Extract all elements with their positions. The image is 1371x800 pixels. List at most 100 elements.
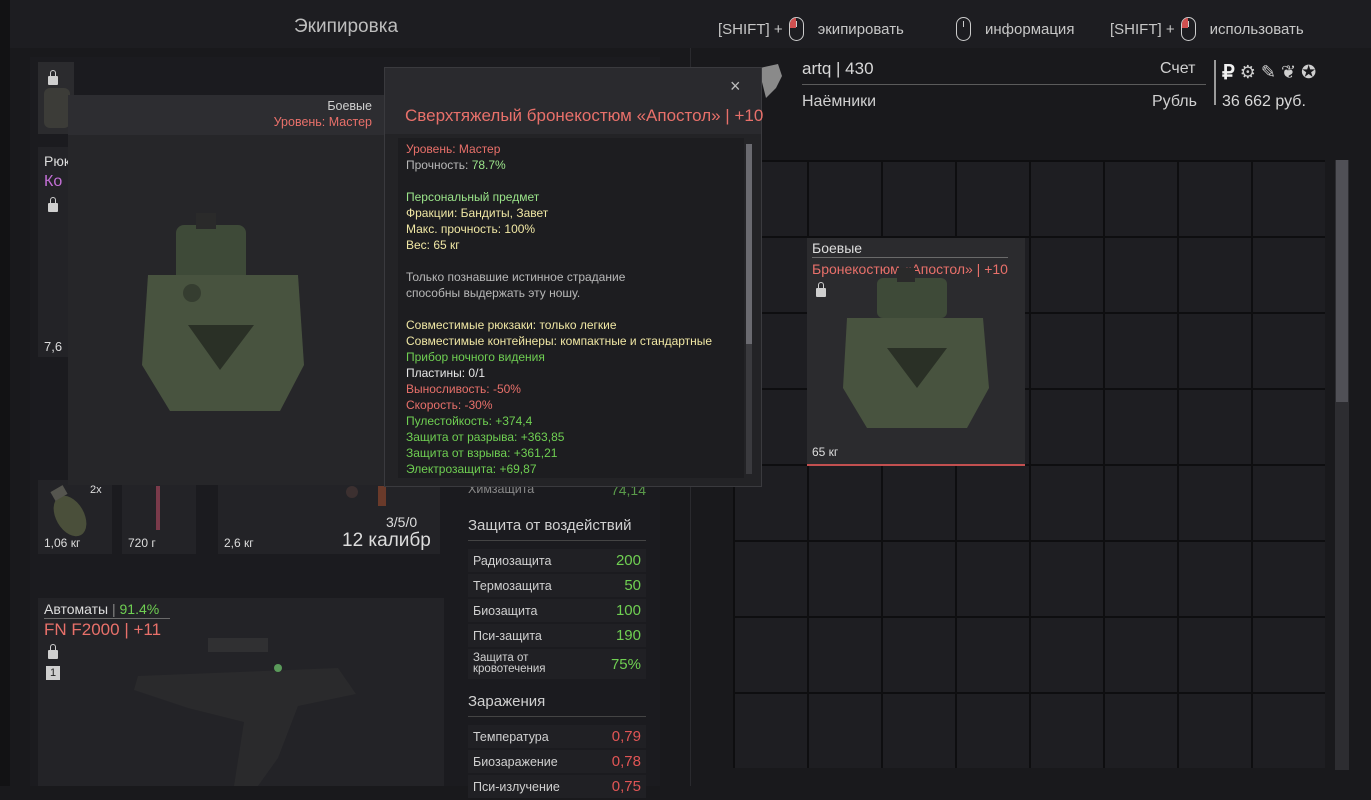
tooltip-panel: × Сверхтяжелый бронекостюм «Апостол» | +… — [384, 67, 764, 487]
stat-value: 200 — [615, 552, 641, 569]
armor-image — [843, 268, 989, 428]
helmet-image — [44, 88, 70, 128]
tip-night-vision: Прибор ночного видения — [406, 350, 545, 364]
tip-plates: Пластины: 0/1 — [406, 366, 486, 380]
tip-desc-1: Только познавшие истинное страдание — [406, 270, 626, 284]
tip-desc-2: способны выдержать эту ношу. — [406, 286, 581, 300]
tip-durability: Прочность: 78.7% — [406, 158, 506, 172]
section-title: Заражения — [468, 693, 646, 717]
consumable-slot[interactable]: 720 г — [122, 480, 196, 554]
stat-label: Биозаражение — [473, 754, 558, 769]
tip-compat-containers: Совместимые контейнеры: компактные и ста… — [406, 334, 713, 348]
player-faction: Наёмники — [802, 93, 877, 110]
stat-value: 0,79 — [611, 728, 641, 745]
hint-label: информация — [985, 20, 1075, 38]
stat-label: Радиозащита — [473, 553, 552, 568]
stat-value: 100 — [615, 602, 641, 619]
stat-value: 0,78 — [611, 753, 641, 770]
tip-tear: Защита от разрыва: +363,85 — [406, 430, 565, 444]
item-weight: 2,6 кг — [224, 536, 254, 550]
scrollbar-thumb[interactable] — [746, 144, 752, 344]
backpack-slot[interactable]: Рюк Ко 7,6 — [38, 147, 72, 357]
hint-use: [SHIFT] + использовать — [1110, 17, 1304, 41]
coin-currency-icon[interactable]: ✪ — [1301, 62, 1316, 83]
hint-prefix: [SHIFT] + — [718, 20, 783, 38]
hint-info: информация — [956, 17, 1074, 41]
left-frame — [0, 0, 10, 786]
tooltip-preview: Боевые Уровень: Мастер — [68, 95, 384, 485]
page-title: Экипировка — [294, 16, 399, 37]
stat-label: Биозащита — [473, 603, 538, 618]
inventory-scrollbar[interactable] — [1335, 160, 1349, 770]
inventory-item-armor[interactable]: Боевые Бронекостюм «Апостол» | +10 65 кг — [807, 238, 1025, 466]
stat-label: Температура — [473, 729, 549, 744]
player-name-row: artq | 430 — [802, 59, 874, 78]
stat-row: Биозащита 100 — [468, 599, 646, 622]
stat-row: Пси-излучение 0,75 — [468, 775, 646, 798]
tip-personal: Персональный предмет — [406, 190, 540, 204]
tooltip-title: Сверхтяжелый бронекостюм «Апостол» | +10 — [405, 106, 764, 125]
mouse-left-icon — [1180, 17, 1196, 41]
mouse-icon — [956, 17, 971, 41]
ammo-caliber: 12 калибр — [342, 530, 431, 551]
account-label: Счет — [1160, 60, 1196, 77]
hint-label: экипировать — [817, 20, 904, 38]
stat-label: Защита от кровотечения — [473, 652, 546, 675]
stat-row: Термозащита 50 — [468, 574, 646, 597]
hint-prefix: [SHIFT] + — [1110, 20, 1175, 38]
stat-value: 50 — [624, 577, 641, 594]
tip-factions: Фракции: Бандиты, Завет — [406, 206, 549, 220]
tip-stamina: Выносливость: -50% — [406, 382, 521, 396]
scrollbar-thumb[interactable] — [1336, 160, 1348, 402]
stat-value: 190 — [615, 627, 641, 644]
ammo-slot[interactable]: 2,6 кг 3/5/0 12 калибр — [218, 480, 440, 554]
stat-label: Пси-защита — [473, 628, 542, 643]
stat-value: 75% — [610, 655, 641, 673]
stat-value: 0,75 — [611, 778, 641, 795]
backpack-weight: 7,6 — [44, 339, 63, 354]
stat-row: Защита от кровотечения 75% — [468, 649, 646, 679]
tip-bullet: Пулестойкость: +374,4 — [406, 414, 533, 428]
item-weight: 720 г — [128, 536, 156, 550]
stat-row: Биозаражение 0,78 — [468, 750, 646, 773]
money-amount: 36 662 руб. — [1222, 93, 1306, 110]
leaf-currency-icon[interactable]: ✎ — [1261, 62, 1276, 83]
tip-max-durability: Макс. прочность: 100% — [406, 222, 536, 236]
tip-compat-backpacks: Совместимые рюкзаки: только легкие — [406, 318, 617, 332]
stat-row: Пси-защита 190 — [468, 624, 646, 647]
hint-equip: [SHIFT] + экипировать — [718, 17, 904, 41]
item-count: 2x — [90, 484, 102, 496]
tip-electro: Электрозащита: +69,87 — [406, 462, 537, 476]
currency-selector: ₽ ⚙ ✎ ❦ ✪ — [1222, 60, 1316, 85]
armor-preview-image — [142, 213, 304, 411]
player-name: artq — [802, 59, 832, 78]
rifle-image — [134, 638, 356, 786]
close-icon[interactable]: × — [730, 76, 741, 97]
plant-currency-icon[interactable]: ❦ — [1281, 62, 1296, 83]
hint-label: использовать — [1209, 20, 1304, 38]
mouse-left-icon — [788, 17, 804, 41]
gear-currency-icon[interactable]: ⚙ — [1240, 62, 1256, 83]
stat-label: Пси-излучение — [473, 779, 560, 794]
weapon-slot[interactable]: Автоматы | 91.4% FN F2000 | +11 1 — [38, 598, 444, 786]
protection-stats: Защита от воздействий Радиозащита 200 Тер… — [468, 517, 646, 800]
tip-speed: Скорость: -30% — [406, 398, 493, 412]
ruble-icon[interactable]: ₽ — [1222, 60, 1235, 85]
section-title: Защита от воздействий — [468, 517, 646, 541]
tip-weight: Вес: 65 кг — [406, 238, 460, 252]
item-weight: 65 кг — [812, 445, 839, 459]
stat-label: Термозащита — [473, 578, 552, 593]
consumable-slot[interactable]: 2x 1,06 кг — [38, 480, 112, 554]
backpack-label: Рюк — [44, 153, 70, 169]
backpack-name: Ко — [44, 173, 63, 190]
tip-blast: Защита от взрыва: +361,21 — [406, 446, 558, 460]
player-level: 430 — [845, 59, 874, 78]
tip-level: Уровень: Мастер — [406, 142, 501, 156]
lock-icon — [48, 197, 58, 212]
tooltip-body[interactable]: Уровень: Мастер Прочность: 78.7% Персона… — [398, 138, 744, 478]
ammo-count: 3/5/0 — [386, 514, 418, 530]
tooltip-scrollbar[interactable] — [746, 144, 752, 474]
stat-row: Температура 0,79 — [468, 725, 646, 748]
item-weight: 1,06 кг — [44, 536, 81, 550]
lock-icon — [48, 70, 58, 85]
